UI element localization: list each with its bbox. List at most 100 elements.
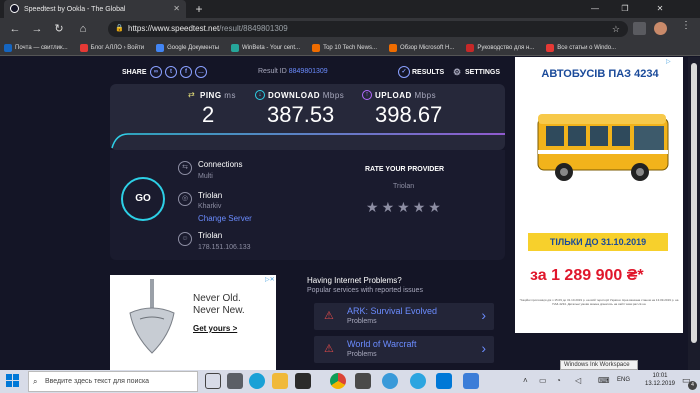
bookmark-star-icon[interactable]: ☆: [612, 21, 620, 37]
wifi-icon[interactable]: ◔: [556, 376, 561, 385]
results-panel: ⇄ PING ms 2 ↓ DOWNLOAD Mbps 387.53 ↑ UPL…: [110, 84, 505, 150]
upload-unit: Mbps: [414, 91, 437, 100]
twitter-icon[interactable]: t: [165, 66, 177, 78]
chrome-icon[interactable]: [330, 373, 346, 389]
star-icon[interactable]: ★: [366, 199, 379, 216]
ad2-cta[interactable]: Get yours >: [193, 324, 237, 333]
bookmark-label: Top 10 Tech News...: [323, 44, 377, 51]
app-icon[interactable]: [355, 373, 371, 389]
rate-provider-label: RATE YOUR PROVIDER: [365, 166, 445, 173]
ad2-line-2: Never New.: [193, 305, 245, 316]
speed-graph-line: [111, 133, 505, 149]
more-icon[interactable]: …: [195, 66, 207, 78]
facebook-icon[interactable]: f: [180, 66, 192, 78]
scrollbar[interactable]: [688, 57, 700, 370]
maximize-button[interactable]: ❐: [610, 0, 640, 18]
bookmark-item[interactable]: Блог АЛЛО › Войти: [79, 43, 144, 52]
download-unit: Mbps: [322, 91, 345, 100]
star-icon[interactable]: ★: [413, 199, 426, 216]
speed-graph: [111, 133, 505, 149]
gear-icon[interactable]: ⚙: [453, 67, 461, 78]
bookmark-item[interactable]: Top 10 Tech News...: [312, 43, 377, 52]
chevron-up-icon[interactable]: ˄: [523, 376, 528, 385]
speedtest-favicon-icon: [10, 4, 19, 13]
bookmark-item[interactable]: WinBeta - Your cent...: [231, 43, 301, 52]
extension-icon[interactable]: [633, 22, 646, 35]
home-button[interactable]: ⌂: [76, 21, 90, 37]
minimize-button[interactable]: —: [580, 0, 610, 18]
telegram-icon[interactable]: [410, 373, 426, 389]
server-city: Kharkiv: [198, 203, 222, 210]
task-view-icon[interactable]: [205, 373, 221, 389]
upload-value: 398.67: [375, 102, 443, 127]
address-input[interactable]: 🔒 https://www.speedtest.net/result/88498…: [108, 21, 628, 37]
search-icon: ⌕: [33, 377, 38, 386]
app-icon[interactable]: [382, 373, 398, 389]
bookmark-item[interactable]: Обзор Microsoft H...: [388, 43, 454, 52]
go-button[interactable]: GO: [121, 177, 165, 221]
edge-icon[interactable]: [249, 373, 265, 389]
mail-icon[interactable]: [463, 373, 479, 389]
forward-button[interactable]: →: [30, 21, 44, 37]
bookmark-item[interactable]: Все статьи о Windo...: [546, 43, 616, 52]
ping-unit: ms: [224, 91, 236, 100]
details-panel: [110, 150, 505, 260]
link-icon[interactable]: ∞: [150, 66, 162, 78]
results-link[interactable]: RESULTS: [412, 69, 444, 76]
language-indicator[interactable]: ENG: [617, 377, 630, 383]
scrollbar-thumb[interactable]: [691, 63, 697, 343]
search-placeholder: Введите здесь текст для поиска: [45, 378, 150, 385]
results-icon[interactable]: ✓: [398, 66, 410, 78]
bookmark-label: WinBeta - Your cent...: [242, 44, 301, 51]
volume-icon[interactable]: ◁: [575, 376, 581, 385]
star-icon[interactable]: ★: [397, 199, 410, 216]
bookmark-label: Почта — свитлик...: [15, 44, 68, 51]
problem-item[interactable]: ⚠ World of Warcraft Problems ›: [314, 336, 494, 363]
back-button[interactable]: ←: [8, 21, 22, 37]
download-label: DOWNLOAD: [268, 91, 320, 100]
ad-banner-bus[interactable]: [515, 57, 683, 333]
problem-service-name: World of Warcraft: [347, 339, 417, 349]
spinning-top-image: [129, 279, 175, 354]
windows-start-icon[interactable]: [6, 374, 20, 388]
clock[interactable]: 10:01 13.12.2019: [642, 372, 678, 388]
taskbar-search-input[interactable]: ⌕ Введите здесь текст для поиска: [28, 371, 198, 392]
bookmark-item[interactable]: Руководство для н...: [466, 43, 535, 52]
reload-button[interactable]: ↻: [52, 21, 66, 37]
ad-info-icon[interactable]: ▷: [666, 58, 674, 66]
file-explorer-icon[interactable]: [272, 373, 288, 389]
bookmark-item[interactable]: Google Документы: [156, 43, 220, 52]
bookmark-label: Руководство для н...: [477, 44, 535, 51]
upload-label: UPLOAD: [375, 91, 412, 100]
store-icon[interactable]: [295, 373, 311, 389]
browser-tab[interactable]: Speedtest by Ookla - The Global ✕: [4, 0, 186, 18]
bookmark-favicon-icon: [156, 43, 165, 52]
change-server-link[interactable]: Change Server: [198, 214, 252, 223]
result-id-value[interactable]: 8849801309: [289, 68, 328, 75]
problem-item[interactable]: ⚠ ARK: Survival Evolved Problems ›: [314, 303, 494, 330]
keyboard-icon[interactable]: ⌨: [598, 376, 610, 385]
problems-title: Having Internet Problems?: [307, 276, 402, 285]
tooltip: Windows Ink Workspace: [560, 360, 638, 370]
upload-icon: ↑: [362, 90, 372, 100]
new-tab-button[interactable]: +: [192, 2, 206, 16]
ad2-info-icon[interactable]: ▷✕: [265, 276, 275, 283]
bookmark-favicon-icon: [466, 43, 475, 52]
close-window-button[interactable]: ✕: [645, 0, 675, 18]
bookmark-label: Google Документы: [167, 44, 220, 51]
app-icon[interactable]: [227, 373, 243, 389]
ad-banner-spinning-top[interactable]: Never Old. Never New. Get yours > ▷✕: [110, 275, 276, 370]
close-tab-icon[interactable]: ✕: [173, 4, 180, 13]
user-icon: ☺: [178, 232, 192, 246]
settings-link[interactable]: SETTINGS: [465, 69, 500, 76]
ping-header: PING ms: [200, 91, 236, 100]
star-icon[interactable]: ★: [428, 199, 441, 216]
profile-avatar[interactable]: [654, 22, 667, 35]
network-icon[interactable]: ▭: [539, 376, 547, 385]
menu-kebab-icon[interactable]: ⋮: [680, 20, 692, 36]
photos-icon[interactable]: [436, 373, 452, 389]
server-name: Triolan: [198, 191, 223, 200]
bookmark-item[interactable]: Почта — свитлик...: [4, 43, 68, 52]
star-icon[interactable]: ★: [382, 199, 395, 216]
upload-header: UPLOAD Mbps: [375, 91, 436, 100]
